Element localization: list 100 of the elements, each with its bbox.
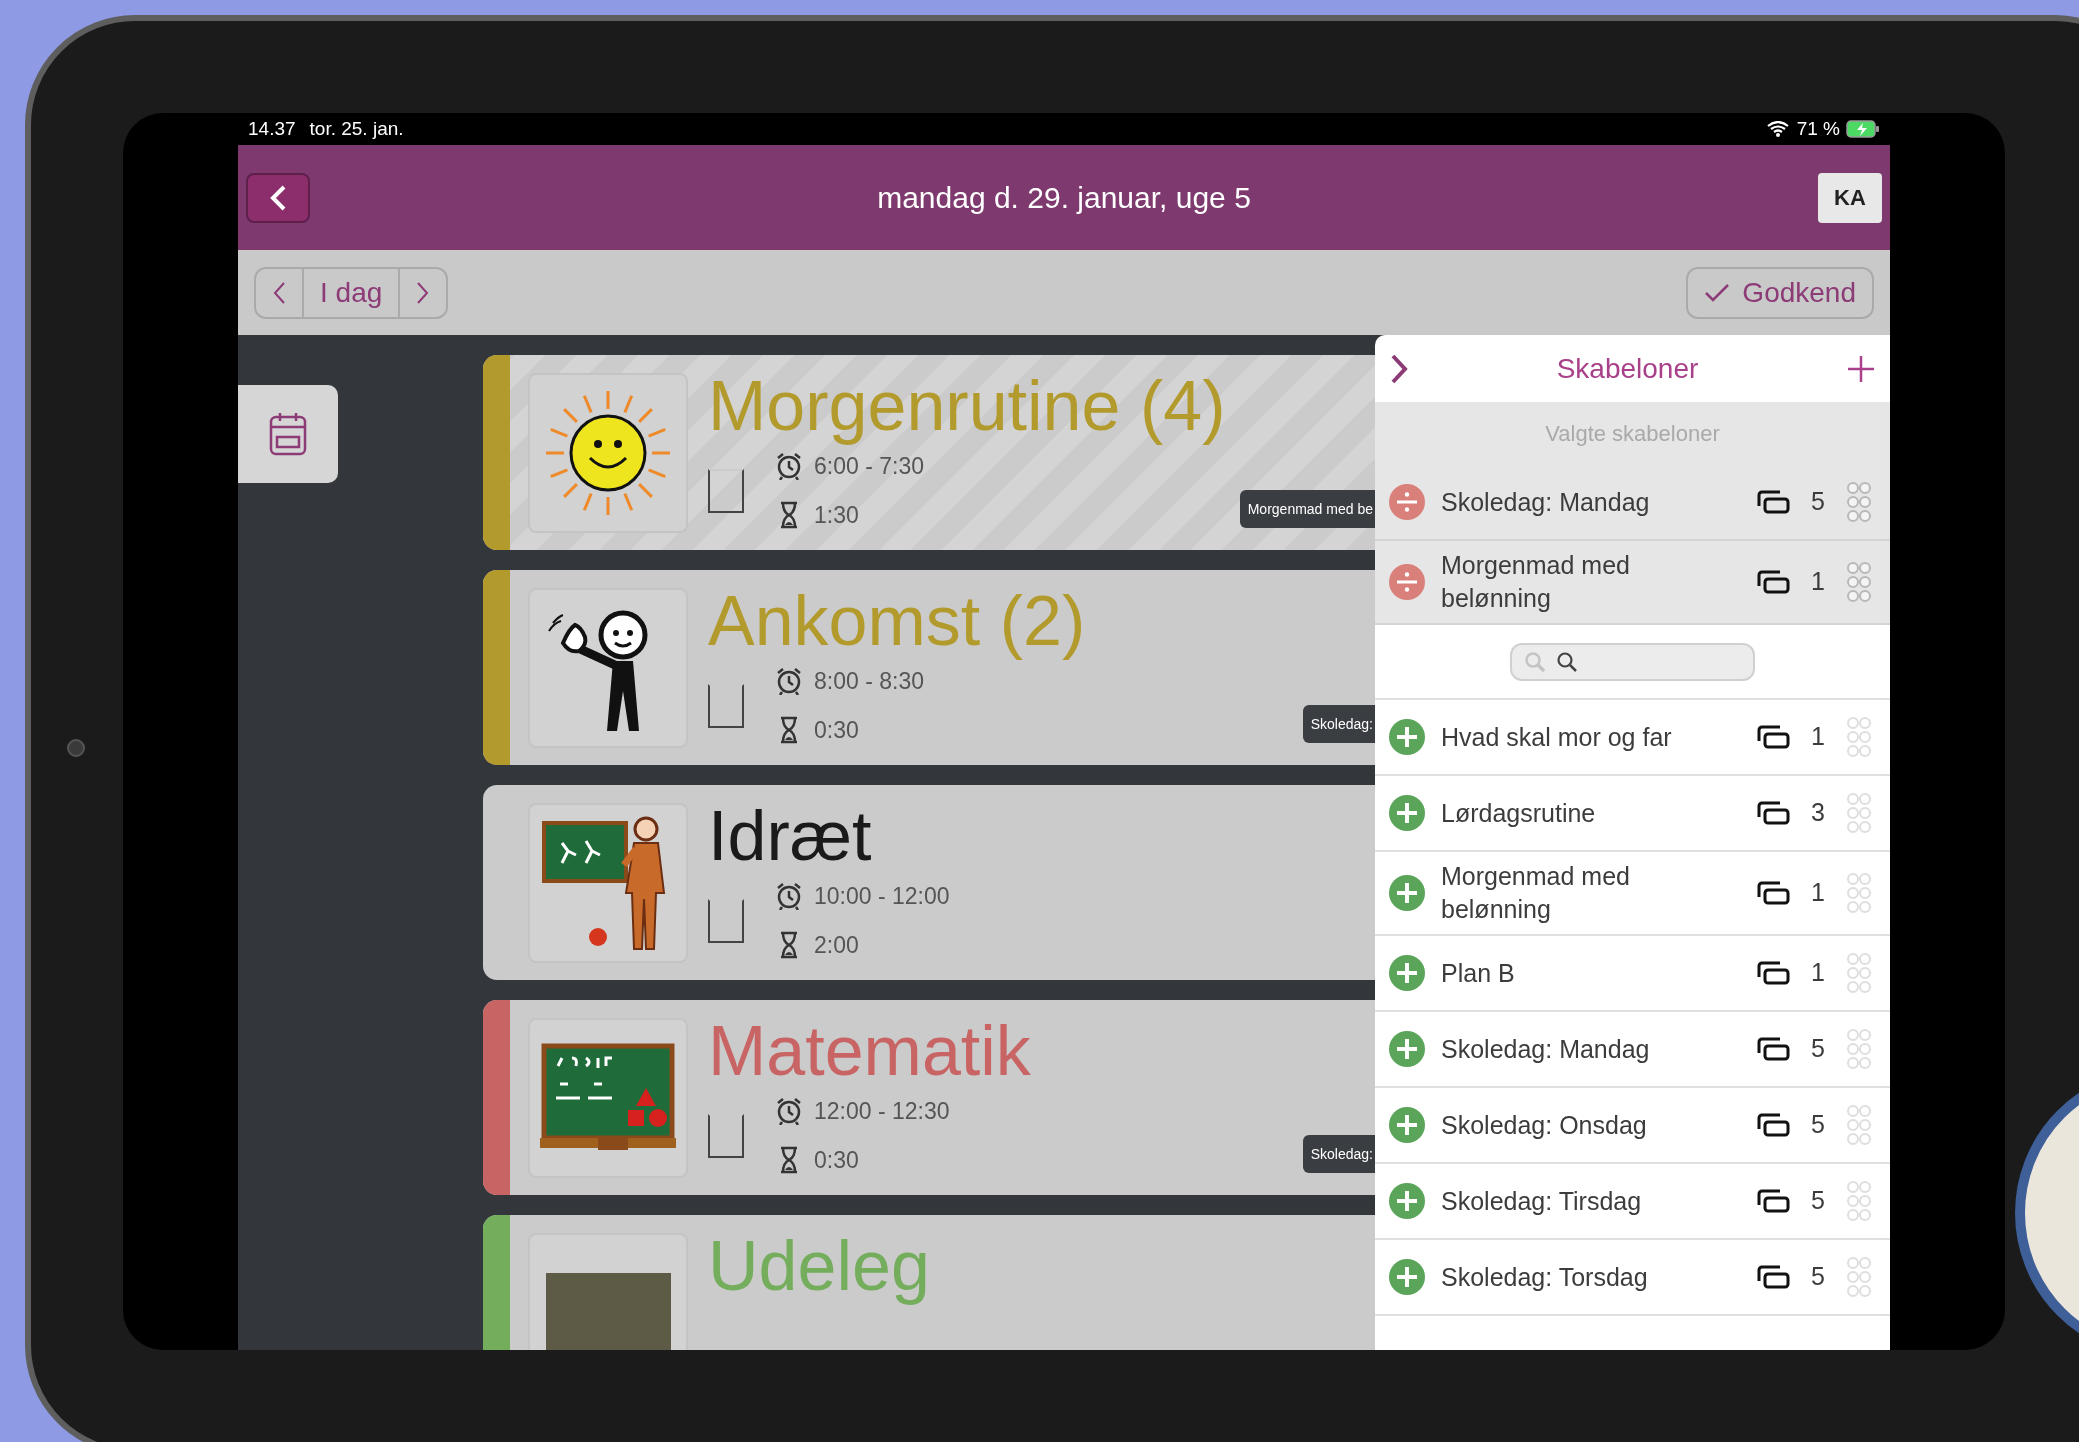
stack-icon [1756, 881, 1790, 905]
add-icon[interactable] [1389, 955, 1425, 991]
time-range: 12:00 - 12:30 [814, 1097, 950, 1126]
drag-handle-icon[interactable] [1846, 793, 1872, 833]
time-range: 10:00 - 12:00 [814, 882, 950, 911]
status-time: 14.37 [248, 116, 296, 141]
chevron-right-icon [416, 280, 431, 305]
template-count: 1 [1810, 721, 1826, 753]
header-title: mandag d. 29. januar, uge 5 [876, 180, 1252, 216]
calendar-side-button[interactable] [238, 385, 338, 483]
activity-title: Ankomst (2) [708, 582, 1086, 660]
section-heading: Valgte skabeloner [1545, 420, 1720, 448]
add-icon[interactable] [1389, 1031, 1425, 1067]
template-tag: Skoledag: [1302, 705, 1375, 743]
status-date: tor. 25. jan. [309, 116, 404, 141]
calendar-icon [268, 411, 308, 457]
drag-handle-icon[interactable] [1846, 1029, 1872, 1069]
user-button[interactable]: KA [1818, 172, 1882, 223]
drag-handle-icon[interactable] [1846, 1105, 1872, 1145]
template-tag: Morgenmad med be [1239, 490, 1375, 528]
template-count: 5 [1810, 1185, 1826, 1217]
drag-handle-icon[interactable] [1846, 953, 1872, 993]
stack-icon [1756, 801, 1790, 825]
chevron-left-icon [272, 280, 286, 305]
stack-icon [1756, 490, 1790, 514]
search-icon [1524, 650, 1546, 673]
activity-title: Morgenrutine (4) [708, 367, 1226, 445]
alarm-clock-icon [776, 667, 802, 696]
add-icon[interactable] [1389, 1259, 1425, 1295]
activity-card[interactable]: Morgenrutine (4) 6:00 - 7:30 1:30 Morgenmad med be [483, 355, 1375, 550]
plus-icon[interactable] [1846, 353, 1876, 384]
alarm-clock-icon [776, 882, 802, 911]
wifi-icon [1766, 121, 1789, 137]
chevron-left-icon [269, 183, 287, 212]
template-name[interactable]: Skoledag: Onsdag [1441, 1108, 1647, 1142]
template-count: 3 [1810, 797, 1826, 829]
time-range: 8:00 - 8:30 [814, 667, 924, 696]
drag-handle-icon[interactable] [1846, 562, 1872, 602]
panel-title: Skabeloner [1555, 351, 1700, 386]
battery-percent: 71 % [1796, 116, 1840, 141]
checkbox[interactable] [708, 683, 744, 728]
template-count: 5 [1810, 1033, 1826, 1065]
add-icon[interactable] [1389, 875, 1425, 911]
activity-card[interactable]: Ankomst (2) 8:00 - 8:30 0:30 Skoledag: [483, 570, 1375, 765]
duration: 2:00 [814, 930, 859, 960]
check-icon [1704, 282, 1731, 303]
stack-icon [1756, 961, 1790, 985]
activity-card[interactable]: Matematik 12:00 - 12:30 0:30 Skoledag: [483, 1000, 1375, 1195]
template-name[interactable]: Plan B [1441, 956, 1515, 990]
template-name[interactable]: Morgenmad med belønning [1441, 860, 1691, 926]
search-icon [1556, 650, 1578, 673]
drag-handle-icon[interactable] [1846, 482, 1872, 522]
stack-icon [1756, 1189, 1790, 1213]
drag-handle-icon[interactable] [1846, 717, 1872, 757]
add-icon[interactable] [1389, 795, 1425, 831]
stack-icon [1756, 1037, 1790, 1061]
template-name[interactable]: Skoledag: Mandag [1441, 485, 1650, 519]
template-name[interactable]: Hvad skal mor og far [1441, 720, 1672, 754]
stack-icon [1756, 570, 1790, 594]
alarm-clock-icon [776, 1097, 802, 1126]
duration: 0:30 [814, 715, 859, 745]
add-icon[interactable] [1389, 719, 1425, 755]
drag-handle-icon[interactable] [1846, 1181, 1872, 1221]
drag-handle-icon[interactable] [1846, 873, 1872, 913]
approve-button[interactable]: Godkend [1686, 266, 1874, 319]
template-name[interactable]: Morgenmad med belønning [1441, 549, 1691, 615]
activity-card[interactable]: Idræt 10:00 - 12:00 2:00 [483, 785, 1375, 980]
activity-title: Idræt [708, 797, 873, 875]
drag-handle-icon[interactable] [1846, 1257, 1872, 1297]
stack-icon [1756, 725, 1790, 749]
stack-icon [1756, 1113, 1790, 1137]
template-count: 5 [1810, 1109, 1826, 1141]
template-count: 5 [1810, 1261, 1826, 1293]
checkbox[interactable] [708, 898, 744, 943]
template-count: 5 [1810, 486, 1826, 518]
back-button[interactable] [246, 172, 310, 223]
time-range: 6:00 - 7:30 [814, 452, 924, 481]
charging-battery-icon [1846, 120, 1880, 138]
activity-title: Udeleg [708, 1227, 930, 1305]
template-name[interactable]: Lørdagsrutine [1441, 796, 1596, 830]
template-count: 1 [1810, 877, 1826, 909]
template-name[interactable]: Skoledag: Torsdag [1441, 1260, 1648, 1294]
camera-icon [67, 739, 85, 757]
duration: 0:30 [814, 1145, 859, 1175]
duration: 1:30 [814, 500, 859, 530]
add-icon[interactable] [1389, 1183, 1425, 1219]
chevron-right-icon[interactable] [1389, 352, 1409, 385]
search-field[interactable] [1510, 642, 1755, 681]
template-count: 1 [1810, 957, 1826, 989]
template-name[interactable]: Skoledag: Mandag [1441, 1032, 1650, 1066]
checkbox[interactable] [708, 1113, 744, 1158]
today-button[interactable]: I dag [304, 268, 399, 317]
remove-icon[interactable] [1389, 564, 1425, 600]
remove-icon[interactable] [1389, 484, 1425, 520]
checkbox[interactable] [708, 468, 744, 513]
template-name[interactable]: Skoledag: Tirsdag [1441, 1184, 1642, 1218]
template-tag: Skoledag: [1302, 1135, 1375, 1173]
add-icon[interactable] [1389, 1107, 1425, 1143]
stack-icon [1756, 1265, 1790, 1289]
activity-title: Matematik [708, 1012, 1031, 1090]
